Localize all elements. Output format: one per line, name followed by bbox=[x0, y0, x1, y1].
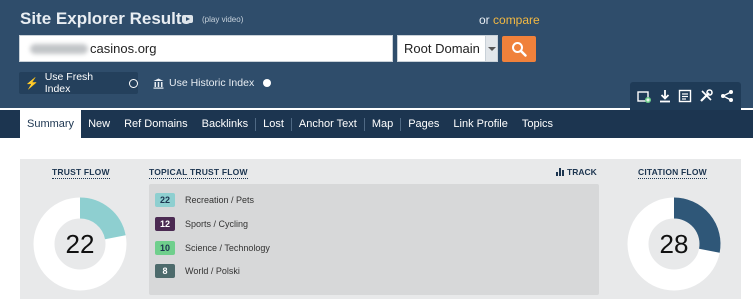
scope-select[interactable]: Root Domain bbox=[397, 35, 498, 62]
list-item[interactable]: 8 World / Polski bbox=[155, 264, 240, 278]
tab-link-profile[interactable]: Link Profile bbox=[446, 110, 514, 138]
topic-score-badge: 22 bbox=[155, 193, 175, 207]
list-item[interactable]: 10 Science / Technology bbox=[155, 241, 270, 255]
scope-value: Root Domain bbox=[404, 41, 480, 56]
topic-score-badge: 8 bbox=[155, 264, 175, 278]
topic-label: Recreation / Pets bbox=[185, 195, 255, 205]
add-bucket-icon[interactable] bbox=[636, 88, 652, 104]
page-title: Site Explorer Results bbox=[20, 9, 192, 28]
radio-dot-icon bbox=[263, 79, 272, 87]
report-icon[interactable] bbox=[677, 88, 693, 104]
topical-trust-flow-heading: TOPICAL TRUST FLOW bbox=[149, 167, 248, 179]
tab-new[interactable]: New bbox=[81, 110, 117, 138]
tab-lost[interactable]: Lost bbox=[256, 110, 291, 138]
search-button[interactable] bbox=[502, 36, 536, 62]
track-label: TRACK bbox=[567, 167, 597, 177]
or-text: or bbox=[479, 13, 490, 27]
tab-bar: Summary New Ref Domains Backlinks Lost A… bbox=[0, 110, 753, 138]
clock-icon bbox=[129, 78, 138, 88]
topic-score-badge: 12 bbox=[155, 217, 175, 231]
citation-flow-heading: CITATION FLOW bbox=[638, 167, 707, 179]
tab-anchor-text[interactable]: Anchor Text bbox=[292, 110, 364, 138]
historic-index-label: Use Historic Index bbox=[169, 77, 255, 89]
tools-icon[interactable] bbox=[698, 88, 714, 104]
citation-flow-value: 28 bbox=[659, 229, 689, 259]
url-value: casinos.org bbox=[90, 41, 157, 56]
topic-label: Science / Technology bbox=[185, 243, 270, 253]
historic-index-button[interactable]: Use Historic Index bbox=[153, 72, 272, 94]
bank-icon bbox=[153, 78, 164, 89]
tab-topics[interactable]: Topics bbox=[515, 110, 560, 138]
topic-label: World / Polski bbox=[185, 266, 240, 276]
url-redacted-part bbox=[30, 43, 88, 54]
lightning-icon: ⚡ bbox=[25, 77, 39, 90]
play-video-link[interactable]: (play video) bbox=[202, 15, 243, 24]
toolbar bbox=[630, 82, 741, 110]
list-item[interactable]: 12 Sports / Cycling bbox=[155, 217, 248, 231]
search-icon bbox=[512, 42, 527, 57]
compare-wrapper: or compare bbox=[479, 13, 540, 27]
video-icon[interactable] bbox=[182, 15, 193, 23]
trust-flow-value: 22 bbox=[65, 229, 95, 259]
tab-map[interactable]: Map bbox=[365, 110, 400, 138]
bar-chart-icon bbox=[556, 168, 564, 176]
topic-label: Sports / Cycling bbox=[185, 219, 249, 229]
header: Site Explorer Results (play video) or co… bbox=[0, 0, 753, 110]
chevron-down-icon[interactable] bbox=[485, 36, 497, 61]
tab-backlinks[interactable]: Backlinks bbox=[195, 110, 255, 138]
share-icon[interactable] bbox=[719, 88, 735, 104]
fresh-index-label: Use Fresh Index bbox=[44, 71, 94, 95]
trust-flow-heading: TRUST FLOW bbox=[52, 167, 110, 179]
fresh-index-button[interactable]: ⚡ Use Fresh Index bbox=[19, 71, 138, 95]
compare-link[interactable]: compare bbox=[493, 13, 540, 27]
tab-ref-domains[interactable]: Ref Domains bbox=[117, 110, 195, 138]
topic-score-badge: 10 bbox=[155, 241, 175, 255]
url-input[interactable]: casinos.org bbox=[19, 35, 393, 62]
download-icon[interactable] bbox=[657, 88, 673, 104]
tab-pages[interactable]: Pages bbox=[401, 110, 446, 138]
topical-trust-flow-list: 22 Recreation / Pets 12 Sports / Cycling… bbox=[149, 184, 599, 295]
track-button[interactable]: TRACK bbox=[556, 167, 597, 177]
tab-summary[interactable]: Summary bbox=[20, 110, 82, 138]
list-item[interactable]: 22 Recreation / Pets bbox=[155, 193, 254, 207]
